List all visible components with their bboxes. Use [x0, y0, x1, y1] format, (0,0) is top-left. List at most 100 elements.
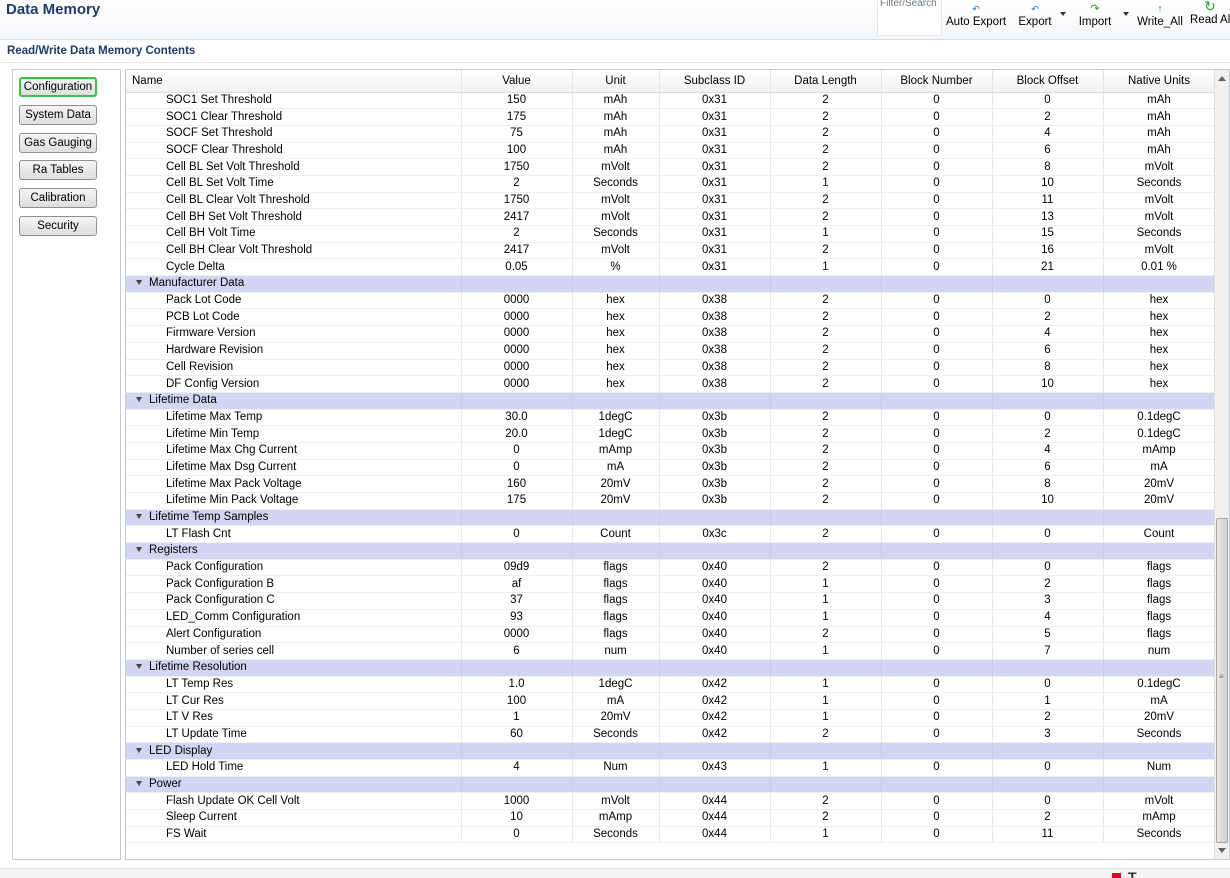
table-row[interactable]: Alert Configuration 0000 flags 0x40 2 0 5 flags: [126, 626, 1216, 644]
table-row[interactable]: Cell BH Set Volt Threshold 2417 mVolt 0x31 2…: [126, 208, 1216, 226]
scroll-thumb[interactable]: ≡: [1216, 518, 1228, 843]
cell-value[interactable]: 2: [461, 175, 573, 193]
column-header-native-units[interactable]: Native Units: [1103, 70, 1216, 93]
group-row[interactable]: Lifetime Temp Samples: [126, 509, 1216, 527]
table-row[interactable]: FS Wait 0 Seconds 0x44 1 0 11 Seconds: [126, 826, 1216, 844]
table-row[interactable]: Cell BH Clear Volt Threshold 2417 mVolt 0x3…: [126, 242, 1216, 260]
table-row[interactable]: SOCF Clear Threshold 100 mAh 0x31 2 0 6 mAh: [126, 142, 1216, 160]
nav-security-button[interactable]: Security: [19, 216, 97, 236]
cell-value[interactable]: 75: [461, 125, 573, 143]
cell-value[interactable]: 0000: [461, 292, 573, 310]
cell-value[interactable]: 100: [461, 142, 573, 160]
group-row[interactable]: LED Display: [126, 742, 1216, 760]
column-header-block-number[interactable]: Block Number: [881, 70, 993, 93]
collapse-triangle-icon[interactable]: [136, 514, 142, 520]
cell-value[interactable]: 37: [461, 592, 573, 610]
cell-value[interactable]: 1000: [461, 792, 573, 811]
cell-value[interactable]: 0000: [461, 375, 573, 393]
cell-value[interactable]: 0: [461, 459, 573, 477]
collapse-triangle-icon[interactable]: [136, 547, 142, 553]
table-row[interactable]: LT Flash Cnt 0 Count 0x3c 2 0 0 Count: [126, 525, 1216, 544]
cell-value[interactable]: 6: [461, 642, 573, 660]
cell-value[interactable]: 150: [461, 92, 573, 110]
table-row[interactable]: Lifetime Min Pack Voltage 175 20mV 0x3b 2 0 10…: [126, 492, 1216, 510]
cell-value[interactable]: 1750: [461, 192, 573, 210]
table-row[interactable]: Sleep Current 10 mAmp 0x44 2 0 2 mAmp: [126, 809, 1216, 827]
table-row[interactable]: Hardware Revision 0000 hex 0x38 2 0 6 hex: [126, 342, 1216, 360]
group-row[interactable]: Power: [126, 776, 1216, 794]
filter-search-input[interactable]: Filter/Search: [877, 0, 942, 36]
table-row[interactable]: Lifetime Max Chg Current 0 mAmp 0x3b 2 0 4 mAmp: [126, 442, 1216, 460]
column-header-name[interactable]: Name: [126, 70, 462, 93]
table-row[interactable]: Cell BH Volt Time 2 Seconds 0x31 1 0 15 Seconds: [126, 225, 1216, 243]
cell-value[interactable]: 93: [461, 609, 573, 627]
collapse-triangle-icon[interactable]: [136, 781, 142, 787]
table-row[interactable]: Pack Lot Code 0000 hex 0x38 2 0 0 hex: [126, 292, 1216, 310]
cell-value[interactable]: 2: [461, 225, 573, 243]
cell-value[interactable]: 0000: [461, 325, 573, 343]
table-row[interactable]: Lifetime Max Temp 30.0 1degC 0x3b 2 0 0 0.1degC: [126, 409, 1216, 427]
cell-value[interactable]: 0: [461, 525, 573, 544]
table-row[interactable]: LT V Res 1 20mV 0x42 1 0 2 20mV: [126, 709, 1216, 727]
table-row[interactable]: Cell BL Set Volt Time 2 Seconds 0x31 1 0 10 Sec…: [126, 175, 1216, 193]
group-row-cell[interactable]: Lifetime Temp Samples: [126, 509, 462, 527]
table-row[interactable]: DF Config Version 0000 hex 0x38 2 0 10 hex: [126, 375, 1216, 393]
cell-value[interactable]: 09d9: [461, 559, 573, 577]
scroll-up-arrow-icon[interactable]: [1218, 76, 1226, 81]
group-row-cell[interactable]: Manufacturer Data: [126, 275, 462, 293]
cell-value[interactable]: 0000: [461, 626, 573, 644]
cell-value[interactable]: 0: [461, 442, 573, 460]
cell-value[interactable]: 30.0: [461, 409, 573, 427]
column-header-data-length[interactable]: Data Length: [770, 70, 882, 93]
write-all-button[interactable]: ↑ Write_All: [1136, 0, 1184, 36]
group-row[interactable]: Lifetime Data: [126, 392, 1216, 410]
column-header-value[interactable]: Value: [461, 70, 573, 93]
cell-value[interactable]: 1: [461, 709, 573, 727]
table-row[interactable]: LT Cur Res 100 mA 0x42 1 0 1 mA: [126, 692, 1216, 710]
collapse-triangle-icon[interactable]: [136, 664, 142, 670]
cell-value[interactable]: 100: [461, 692, 573, 710]
export-button[interactable]: ↶ Export: [1016, 0, 1054, 36]
cell-value[interactable]: 2417: [461, 242, 573, 260]
table-row[interactable]: LT Temp Res 1.0 1degC 0x42 1 0 0 0.1degC: [126, 676, 1216, 694]
column-header-block-offset[interactable]: Block Offset: [992, 70, 1104, 93]
nav-ra-tables-button[interactable]: Ra Tables: [19, 160, 97, 180]
group-row[interactable]: Lifetime Resolution: [126, 659, 1216, 677]
cell-value[interactable]: 4: [461, 759, 573, 777]
vertical-scrollbar[interactable]: ≡: [1214, 70, 1229, 859]
nav-gas-gauging-button[interactable]: Gas Gauging: [19, 133, 97, 153]
collapse-triangle-icon[interactable]: [136, 280, 142, 286]
scroll-down-arrow-icon[interactable]: [1218, 848, 1226, 853]
cell-value[interactable]: 0000: [461, 359, 573, 377]
group-row[interactable]: Registers: [126, 542, 1216, 560]
table-row[interactable]: LED Hold Time 4 Num 0x43 1 0 0 Num: [126, 759, 1216, 777]
table-row[interactable]: Cell Revision 0000 hex 0x38 2 0 8 hex: [126, 359, 1216, 377]
table-row[interactable]: Firmware Version 0000 hex 0x38 2 0 4 hex: [126, 325, 1216, 343]
nav-calibration-button[interactable]: Calibration: [19, 188, 97, 208]
table-row[interactable]: LT Update Time 60 Seconds 0x42 2 0 3 Seconds: [126, 726, 1216, 744]
collapse-triangle-icon[interactable]: [136, 747, 142, 753]
import-dropdown-arrow-icon[interactable]: [1123, 12, 1129, 16]
cell-value[interactable]: 175: [461, 108, 573, 126]
cell-value[interactable]: 1.0: [461, 676, 573, 694]
cell-value[interactable]: 0.05: [461, 258, 573, 277]
table-row[interactable]: Pack Configuration Baf flags 0x40 1 0 2 flags: [126, 575, 1216, 594]
export-dropdown-arrow-icon[interactable]: [1060, 12, 1066, 16]
table-row[interactable]: Cycle Delta 0.05% 0x31 1 0 21 0.01 %: [126, 258, 1216, 277]
cell-value[interactable]: 0: [461, 826, 573, 844]
collapse-triangle-icon[interactable]: [136, 397, 142, 403]
cell-value[interactable]: 1750: [461, 158, 573, 176]
cell-value[interactable]: 60: [461, 726, 573, 744]
table-row[interactable]: LED_Comm Configuration 93 flags 0x40 1 0 4 flag…: [126, 609, 1216, 627]
table-row[interactable]: SOC1 Set Threshold 150 mAh 0x31 2 0 0 mAh: [126, 92, 1216, 110]
table-row[interactable]: Lifetime Max Pack Voltage 160 20mV 0x3b 2 0 8 2…: [126, 475, 1216, 493]
table-row[interactable]: SOCF Set Threshold 75 mAh 0x31 2 0 4 mAh: [126, 125, 1216, 143]
cell-value[interactable]: 0000: [461, 342, 573, 360]
group-row-cell[interactable]: LED Display: [126, 742, 462, 760]
table-row[interactable]: Lifetime Max Dsg Current 0 mA 0x3b 2 0 6 mA: [126, 459, 1216, 477]
nav-configuration-button[interactable]: Configuration: [19, 77, 97, 97]
cell-value[interactable]: af: [461, 575, 573, 594]
group-row-cell[interactable]: Registers: [126, 542, 462, 560]
column-header-subclass-id[interactable]: Subclass ID: [659, 70, 771, 93]
table-row[interactable]: Pack Configuration 09d9 flags 0x40 2 0 0 flags: [126, 559, 1216, 577]
